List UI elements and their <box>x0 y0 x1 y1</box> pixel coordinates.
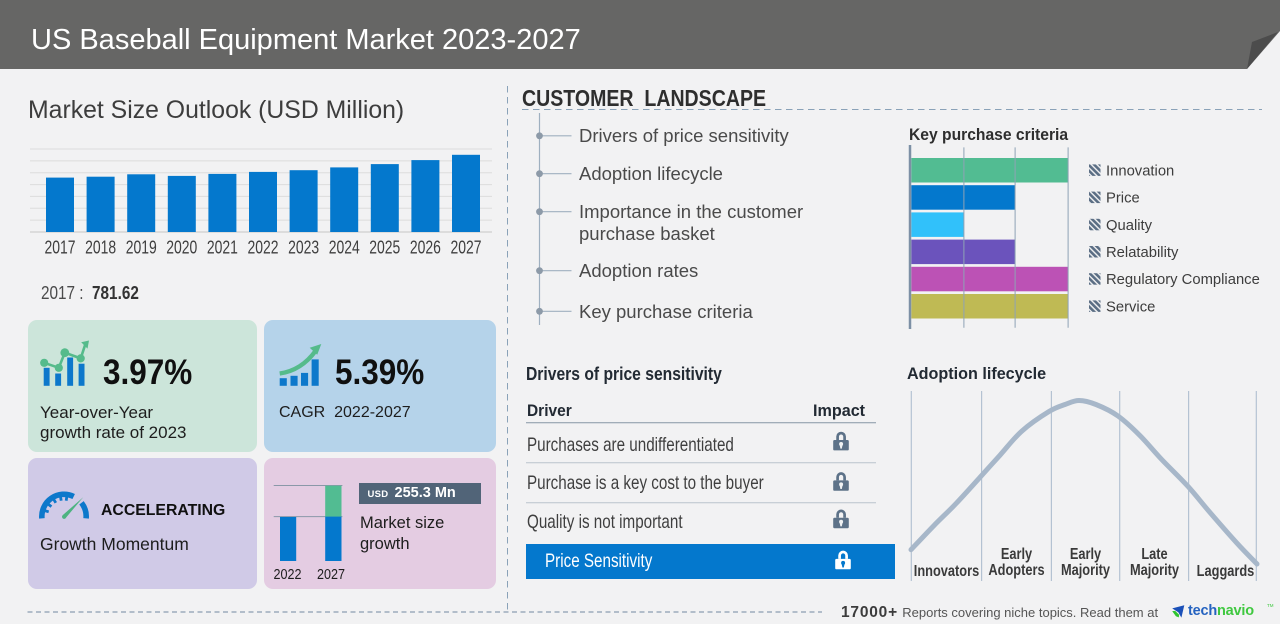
svg-text:TM: TM <box>1267 603 1274 608</box>
svg-text:technavio: technavio <box>1188 603 1254 619</box>
